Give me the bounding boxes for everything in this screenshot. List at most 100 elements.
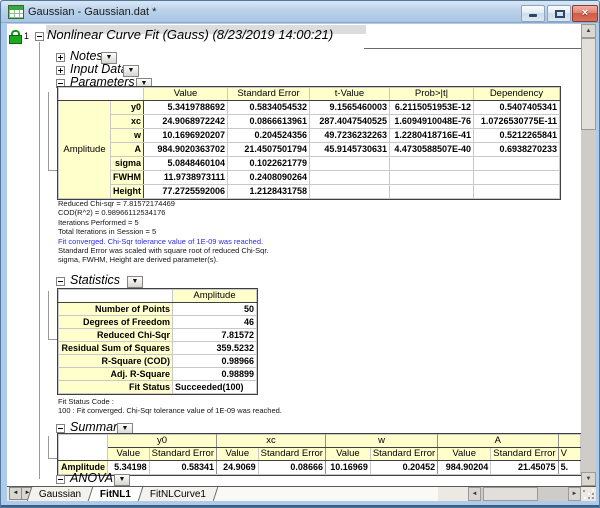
value-cell: 5.3419788692 [144, 101, 228, 115]
minimize-icon [529, 14, 537, 17]
std-error-cell: 0.2408090264 [228, 171, 310, 185]
stat-label-cell: Number of Points [59, 303, 173, 316]
scroll-right-button[interactable]: ► [568, 487, 581, 501]
titlebar[interactable]: Gaussian - Gaussian.dat * × [1, 1, 600, 23]
expand-notes-button[interactable] [56, 53, 65, 62]
summary-se-cell: 0.08666 [258, 461, 325, 475]
param-name-cell: Height [111, 185, 144, 199]
vertical-scroll-thumb[interactable] [581, 38, 596, 130]
close-icon: × [573, 7, 597, 19]
sub-header: Value [438, 448, 491, 461]
group-label-cell: Amplitude [59, 101, 111, 199]
tab-fitnl1[interactable]: FitNL1 [88, 487, 144, 501]
stat-label-cell: Fit Status [59, 381, 173, 394]
table-row: sigma 5.0848460104 0.1022621779 [59, 157, 560, 171]
param-name-cell: xc [111, 115, 144, 129]
fit-status-code-title: Fit Status Code : [58, 397, 282, 406]
t-value-cell: 287.4047540525 [310, 115, 390, 129]
collapse-root-button[interactable] [35, 32, 44, 41]
summary-value-cell: 24.9069 [216, 461, 258, 475]
maximize-icon [555, 10, 565, 18]
section-heading-statistics: Statistics [70, 274, 120, 287]
sub-header-cut: V [558, 448, 580, 461]
std-error-cell: 0.5834054532 [228, 101, 310, 115]
report-top-rule [364, 48, 581, 49]
section-heading-anova: ANOVA [70, 472, 113, 485]
collapse-statistics-button[interactable] [56, 277, 65, 286]
sub-header: Value [325, 448, 370, 461]
summary-value-cell: 10.16969 [325, 461, 370, 475]
stat-value-cell: 50 [173, 303, 257, 316]
window-frame-bottom [1, 505, 600, 507]
prob-cell: 1.6094910048E-76 [390, 115, 474, 129]
dependency-cell: 0.5212265841 [474, 129, 560, 143]
statistics-bracket [48, 291, 49, 339]
value-cell: 11.9738973111 [144, 171, 228, 185]
sub-header: Standard Error [258, 448, 325, 461]
table-row: Residual Sum of Squares 359.5232 [59, 342, 257, 355]
value-cell: 10.1696920207 [144, 129, 228, 143]
statistics-bracket-elbow [48, 339, 57, 340]
scroll-up-button[interactable]: ▲ [581, 24, 596, 38]
summary-se-cell: 0.20452 [370, 461, 437, 475]
resize-grip[interactable] [583, 489, 596, 500]
horizontal-scrollbar[interactable]: ◄ ► [468, 487, 581, 501]
tab-gaussian[interactable]: Gaussian [27, 487, 94, 501]
t-value-cell: 49.7236232263 [310, 129, 390, 143]
t-value-cell [310, 185, 390, 199]
close-button[interactable]: × [572, 5, 598, 22]
maximize-button[interactable] [547, 5, 571, 22]
expand-input-data-button[interactable] [56, 66, 65, 75]
param-name-cell: FWHM [111, 171, 144, 185]
statistics-dropdown-button[interactable]: ▼ [127, 276, 143, 288]
minimize-button[interactable] [521, 5, 545, 22]
table-row: Amplitude y0 5.3419788692 0.5834054532 9… [59, 101, 560, 115]
std-error-cell: 21.4507501794 [228, 143, 310, 157]
stat-label-cell: Degrees of Freedom [59, 316, 173, 329]
std-error-cell: 0.1022621779 [228, 157, 310, 171]
convergence-note: Fit converged. Chi-Sqr tolerance value o… [58, 237, 269, 246]
anova-dropdown-button[interactable]: ▼ [114, 474, 130, 486]
param-name-cell: A [111, 143, 144, 157]
collapse-summary-button[interactable] [56, 424, 65, 433]
vertical-scrollbar[interactable]: ▲ ▼ [581, 24, 596, 486]
summary-table: y0 xc w A Value Standard Error Value Sta… [57, 433, 581, 476]
column-header: t-Value [310, 88, 390, 101]
value-cell: 5.0848460104 [144, 157, 228, 171]
lock-icon[interactable] [9, 30, 22, 44]
prob-cell [390, 185, 474, 199]
table-row: A 984.9020363702 21.4507501794 45.914573… [59, 143, 560, 157]
scroll-left-icon: ◄ [472, 491, 478, 497]
dependency-cell [474, 171, 560, 185]
table-row: Degrees of Freedom 46 [59, 316, 257, 329]
std-error-cell: 0.204524356 [228, 129, 310, 143]
stat-label-cell: R-Square (COD) [59, 355, 173, 368]
scroll-down-button[interactable]: ▼ [581, 472, 596, 486]
statistics-footnotes: Fit Status Code : 100 : Fit converged. C… [58, 397, 282, 416]
fit-status-cell: Succeeded(100) [173, 381, 257, 394]
stat-value-cell: 0.98966 [173, 355, 257, 368]
worksheet-icon[interactable] [8, 5, 24, 19]
parameters-table: Value Standard Error t-Value Prob>|t| De… [57, 86, 561, 200]
footnote-line: Reduced Chi-sqr = 7.81572174469 [58, 199, 269, 208]
collapse-anova-button[interactable] [56, 475, 65, 484]
table-row: Height 77.2725592006 1.2128431758 [59, 185, 560, 199]
parameters-bracket-elbow [48, 170, 57, 171]
column-header: Amplitude [173, 290, 257, 303]
window-title: Gaussian - Gaussian.dat * [28, 6, 156, 18]
sub-header: Value [108, 448, 150, 461]
scroll-left-button[interactable]: ◄ [468, 487, 481, 501]
group-header: A [438, 435, 558, 448]
tab-fitnlcurve1[interactable]: FitNLCurve1 [138, 487, 219, 501]
column-header: Standard Error [228, 88, 310, 101]
horizontal-scroll-thumb[interactable] [483, 487, 538, 501]
stat-value-cell: 359.5232 [173, 342, 257, 355]
summary-value-cell: 5.34198 [108, 461, 150, 475]
lock-number: 1 [24, 31, 29, 41]
report-title: Nonlinear Curve Fit (Gauss) (8/23/2019 1… [47, 28, 333, 41]
parameters-bracket [48, 92, 49, 170]
summary-bracket [48, 436, 49, 458]
group-header: y0 [108, 435, 217, 448]
dependency-cell [474, 185, 560, 199]
dependency-cell: 0.5407405341 [474, 101, 560, 115]
